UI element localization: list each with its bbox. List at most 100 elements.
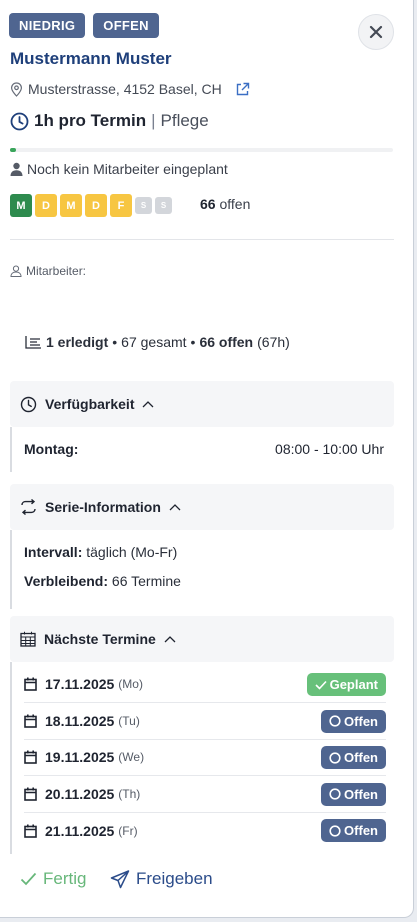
appointment-date: 20.11.2025 (45, 785, 115, 802)
duration-separator: | (151, 111, 156, 130)
client-name: Mustermann Muster (10, 49, 172, 68)
share-button[interactable]: Freigeben (110, 869, 213, 889)
divider (10, 239, 394, 240)
appointment-weekday: (Tu) (118, 713, 140, 728)
appointment-row[interactable]: 17.11.2025 (Mo) Geplant (24, 666, 386, 703)
availability-day: Montag: (24, 441, 79, 457)
appointment-status-label: Offen (344, 750, 378, 765)
appointment-weekday: (Mo) (118, 677, 143, 691)
summary-dot: • (190, 334, 196, 350)
availability-row: Montag: 08:00 - 10:00 Uhr (24, 441, 384, 457)
appointments-section-body: 17.11.2025 (Mo) Geplant 18.11.2025 (Tu) Offen… (10, 662, 394, 854)
circle-icon (329, 824, 341, 837)
appointment-status-badge[interactable]: Offen (321, 746, 386, 769)
series-section-toggle[interactable]: Serie-Information (10, 484, 394, 530)
circle-icon (329, 715, 341, 727)
summary-dot: • (112, 334, 118, 350)
availability-section-toggle[interactable]: Verfügbarkeit (10, 381, 394, 427)
calendar-icon (24, 714, 37, 728)
series-section-body: Intervall: täglich (Mo-Fr) Verbleibend: … (10, 530, 394, 609)
appointment-status-badge[interactable]: Offen (321, 782, 386, 806)
circle-icon (329, 751, 341, 764)
appointments-section-toggle[interactable]: Nächste Termine (10, 616, 394, 662)
appointment-status-badge[interactable]: Offen (321, 819, 386, 842)
calendar-icon (24, 824, 37, 838)
repeat-icon (20, 499, 37, 515)
chevron-up-icon (169, 503, 181, 511)
completion-progress-bar (10, 148, 393, 152)
appointment-status-label: Offen (344, 713, 378, 729)
send-icon (110, 869, 130, 889)
circle-icon (329, 788, 341, 800)
duration-line: 1h pro Termin | Pflege (10, 111, 209, 131)
open-count-number: 66 (200, 196, 216, 212)
appointment-row[interactable]: 20.11.2025 (Th) Offen (24, 776, 386, 813)
duration-value: 1h pro Termin (34, 111, 147, 130)
summary-total: 67 gesamt (121, 334, 187, 350)
summary-done: 1 erledigt (46, 334, 109, 350)
calendar-grid-icon (20, 631, 36, 647)
appointment-weekday: (Fr) (118, 823, 138, 838)
appointment-status-badge[interactable]: Geplant (306, 673, 386, 696)
share-label: Freigeben (136, 869, 213, 888)
availability-title: Verfügbarkeit (45, 396, 135, 412)
series-title: Serie-Information (45, 499, 161, 515)
appointment-status-label: Offen (344, 786, 378, 802)
appointment-status-badge[interactable]: Offen (321, 709, 386, 733)
calendar-icon (24, 787, 37, 801)
user-icon (10, 162, 23, 176)
appointment-row[interactable]: 21.11.2025 (Fr) Offen (24, 812, 386, 849)
remaining-label: Verbleibend: (24, 573, 109, 589)
chevron-up-icon (164, 635, 176, 643)
weekday-chip: M (10, 194, 32, 217)
open-count-label: offen (219, 196, 251, 212)
appointment-row[interactable]: 19.11.2025 (We) Offen (24, 739, 386, 776)
weekday-chip: M (60, 194, 82, 217)
appointment-date: 18.11.2025 (45, 712, 115, 729)
staff-status: Noch kein Mitarbeiter eingeplant (10, 161, 228, 177)
clock-icon (10, 112, 29, 131)
weekday-chip: S (155, 197, 172, 214)
appointment-weekday: (We) (118, 750, 145, 764)
appointment-summary: 1 erledigt • 67 gesamt • 66 offen (67h) (25, 334, 290, 350)
address-text: Musterstrasse, 4152 Basel, CH (28, 81, 222, 97)
close-icon (369, 25, 383, 39)
series-interval: Intervall: täglich (Mo-Fr) (24, 544, 177, 560)
appointments-title: Nächste Termine (44, 631, 156, 647)
weekday-chip: D (85, 194, 107, 217)
list-icon (25, 335, 42, 349)
external-link-icon[interactable] (235, 82, 250, 97)
calendar-icon (24, 750, 37, 764)
availability-section-body: Montag: 08:00 - 10:00 Uhr (10, 427, 394, 472)
clock-icon (20, 396, 37, 413)
close-button[interactable] (358, 14, 394, 50)
badge-row: NIEDRIG OFFEN (9, 13, 159, 38)
calendar-icon (24, 677, 37, 691)
availability-time: 08:00 - 10:00 Uhr (275, 441, 384, 457)
check-icon (20, 872, 37, 886)
interval-value: täglich (Mo-Fr) (86, 544, 178, 560)
series-remaining: Verbleibend: 66 Termine (24, 573, 181, 589)
open-count: 66 offen (200, 196, 250, 212)
weekday-indicator: MDMDFSS (10, 194, 172, 217)
service-type: Pflege (160, 111, 209, 130)
weekday-chip: D (35, 194, 57, 217)
summary-open: 66 offen (199, 334, 254, 350)
staff-status-text: Noch kein Mitarbeiter eingeplant (27, 161, 228, 177)
location-pin-icon (10, 81, 23, 97)
staff-label-text: Mitarbeiter: (26, 264, 87, 278)
appointment-detail-card: NIEDRIG OFFEN Mustermann Muster Musterst… (0, 0, 414, 918)
appointment-date: 19.11.2025 (45, 749, 115, 765)
summary-hours: (67h) (257, 334, 290, 350)
chevron-up-icon (142, 400, 154, 408)
weekday-chip: F (110, 194, 132, 217)
remaining-value: 66 Termine (111, 573, 181, 589)
user-outline-icon (10, 265, 22, 277)
appointment-date: 21.11.2025 (45, 822, 115, 839)
priority-badge: NIEDRIG (9, 13, 86, 38)
appointment-row[interactable]: 18.11.2025 (Tu) Offen (24, 703, 386, 740)
weekday-chip: S (135, 197, 152, 214)
appointment-weekday: (Th) (118, 786, 141, 801)
staff-section-label: Mitarbeiter: (10, 264, 86, 278)
done-button[interactable]: Fertig (20, 869, 86, 889)
